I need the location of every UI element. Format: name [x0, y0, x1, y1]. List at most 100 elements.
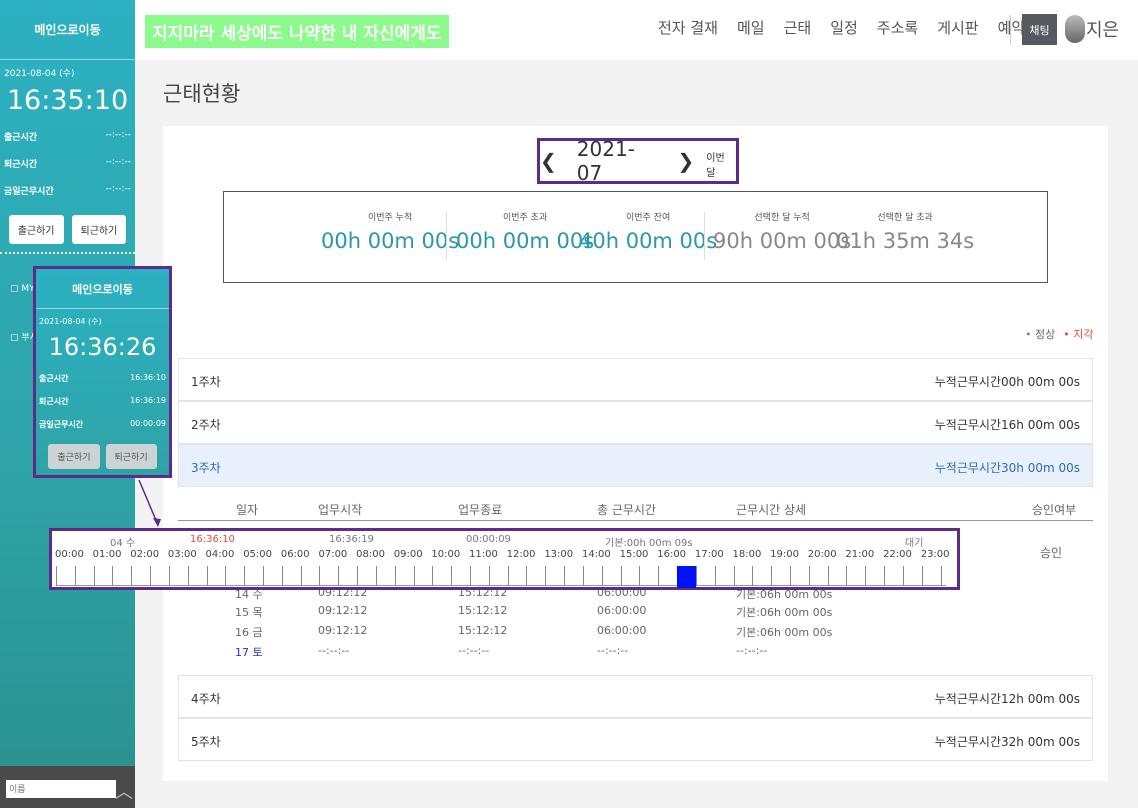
row-total: 06:00:00: [597, 604, 647, 617]
nav-mail[interactable]: 메일: [737, 17, 765, 38]
current-month: 2021-07: [576, 137, 635, 185]
checkout-button[interactable]: 퇴근하기: [71, 215, 127, 244]
timeline-hour-label: 07:00: [318, 549, 348, 560]
timeline-tick: [244, 566, 246, 586]
checkin-button[interactable]: 출근하기: [8, 215, 64, 244]
timeline-tick: [357, 566, 359, 586]
summary-week-over: 이번주 초과 00h 00m 00s: [456, 210, 594, 253]
timeline-hour-label: 17:00: [694, 549, 724, 560]
summary-label: 이번주 초과: [502, 213, 548, 223]
col-approval: 승인여부: [1032, 503, 1077, 517]
sidebar-buttons: 출근하기 퇴근하기: [0, 215, 135, 244]
avatar[interactable]: [1065, 15, 1085, 43]
timeline-tick: [206, 566, 208, 586]
checkin-label: 출근시간: [4, 133, 38, 143]
widget-home-link[interactable]: 메인으로이동: [36, 269, 169, 309]
week-row[interactable]: 1주차 누적근무시간00h 00m 00s: [178, 358, 1093, 401]
nav-address-book[interactable]: 주소록: [877, 17, 918, 38]
next-month-icon[interactable]: ❯: [678, 149, 695, 173]
week-total: 누적근무시간30h 00m 00s: [934, 461, 1080, 475]
timeline-tick: [902, 566, 904, 586]
summary-divider: [446, 212, 447, 260]
timeline-tick: [620, 566, 622, 586]
summary-value: 00h 00m 00s: [321, 229, 460, 253]
summary-month-total: 선택한 달 누적 90h 00m 00s: [713, 210, 851, 253]
timeline-tick: [564, 566, 566, 586]
chat-button[interactable]: 채팅: [1022, 14, 1057, 45]
timeline-tick: [714, 566, 716, 586]
widget-checkout-button[interactable]: 퇴근하기: [105, 444, 157, 469]
late-dot-icon: •: [1063, 328, 1070, 341]
timeline-hour-label: 05:00: [243, 549, 273, 560]
row-end: 15:12:12: [458, 624, 508, 637]
summary-label: 이번주 누적: [367, 213, 413, 223]
timeline-tick: [884, 566, 886, 586]
timeline-hour-label: 20:00: [807, 549, 837, 560]
timeline-tick: [865, 566, 867, 586]
week-row[interactable]: 4주차 누적근무시간12h 00m 00s: [178, 675, 1093, 718]
week-row-selected[interactable]: 3주차 누적근무시간30h 00m 00s: [178, 444, 1093, 487]
summary-value: 01h 35m 34s: [836, 229, 975, 253]
widget-checkin-row: 출근시간 16:36:10: [36, 373, 169, 384]
nav-approval[interactable]: 전자 결재: [658, 17, 718, 38]
timeline-tick: [168, 566, 170, 586]
approval-status: 승인: [1040, 546, 1063, 560]
timeline-hour-label: 19:00: [770, 549, 799, 560]
week-label: 1주차: [191, 375, 221, 389]
user-name[interactable]: 지은: [1086, 16, 1119, 42]
page-title: 근태현황: [163, 82, 241, 106]
col-detail: 근무시간 상세: [736, 503, 807, 517]
nav-board[interactable]: 게시판: [937, 17, 978, 38]
row-detail: 기본:06h 00m 00s: [736, 606, 833, 619]
nav-divider: [1010, 15, 1011, 45]
sidebar-home-link[interactable]: 메인으로이동: [0, 0, 135, 60]
col-end: 업무종료: [458, 503, 503, 517]
timeline-tick: [432, 566, 434, 586]
timeline-tick: [394, 566, 396, 586]
week-row[interactable]: 2주차 누적근무시간16h 00m 00s: [178, 401, 1093, 444]
summary-value: 90h 00m 00s: [713, 229, 852, 253]
table-row: 15 목 09:12:12 15:12:12 06:00:00 기본:06h 0…: [178, 602, 1093, 622]
summary-box: 이번주 누적 00h 00m 00s 이번주 초과 00h 00m 00s 이번…: [223, 191, 1048, 283]
timeline-hour-label: 04:00: [205, 549, 235, 560]
col-total: 총 근무시간: [597, 503, 657, 517]
widget-worktime-row: 금일근무시간 00:00:09: [36, 419, 169, 430]
timeline-hour-label: 16:00: [657, 549, 687, 560]
timeline-tick: [225, 566, 227, 586]
timeline-tick: [300, 566, 302, 586]
row-start: --:--:--: [318, 644, 350, 657]
timeline-tick: [451, 566, 453, 586]
timeline-hour-label: 14:00: [581, 549, 611, 560]
timeline-hour-label: 18:00: [732, 549, 762, 560]
nav-attendance[interactable]: 근태: [784, 17, 812, 38]
sidebar-clock: 16:35:10: [6, 85, 129, 116]
timeline-hour-label: 08:00: [356, 549, 385, 560]
name-search-input[interactable]: [6, 780, 116, 798]
week-label: 4주차: [191, 692, 221, 706]
prev-month-icon[interactable]: ❮: [540, 149, 557, 173]
row-day: 16 금: [235, 626, 263, 639]
scroll-up-icon[interactable]: ︿: [115, 778, 133, 804]
widget-buttons: 출근하기 퇴근하기: [36, 444, 169, 469]
this-month-link[interactable]: 이번 달: [706, 149, 736, 179]
week-row[interactable]: 5주차 누적근무시간32h 00m 00s: [178, 718, 1093, 761]
widget-checkout-label: 퇴근시간: [39, 397, 69, 406]
checkout-value: --:--:--: [105, 157, 131, 167]
timeline-tick: [56, 566, 57, 586]
timeline-tick: [752, 566, 754, 586]
timeline-tick: [789, 566, 791, 586]
timeline-tick: [545, 566, 547, 586]
timeline-tick: [639, 566, 641, 586]
row-total: --:--:--: [597, 644, 629, 657]
timeline-tick: [338, 566, 340, 586]
widget-checkin-button[interactable]: 출근하기: [48, 444, 100, 469]
slogan-banner: 지지마라 세상에도 나약한 내 자신에게도: [145, 15, 449, 48]
widget-checkin-label: 출근시간: [39, 374, 69, 383]
timeline-tick: [93, 566, 95, 586]
week-label: 2주차: [191, 418, 221, 432]
widget-worktime-value: 00:00:09: [130, 419, 166, 428]
week-label: 5주차: [191, 735, 221, 749]
timeline-tick: [507, 566, 509, 586]
timeline-tick: [733, 566, 735, 586]
nav-schedule[interactable]: 일정: [830, 17, 858, 38]
